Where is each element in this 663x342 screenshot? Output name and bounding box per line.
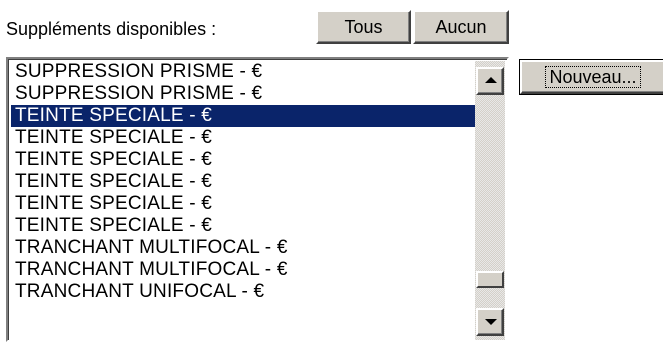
scroll-up-arrow-icon <box>485 77 497 83</box>
list-item[interactable]: TEINTE SPECIALE - € <box>11 215 477 237</box>
scrollbar-thumb[interactable] <box>476 271 504 288</box>
scroll-up-button[interactable] <box>476 67 504 95</box>
supplements-list: SUPPRESSION PRISME - € SUPPRESSION PRISM… <box>11 61 477 303</box>
list-item[interactable]: TEINTE SPECIALE - € <box>11 171 477 193</box>
list-item[interactable]: TEINTE SPECIALE - € <box>11 193 477 215</box>
scroll-down-arrow-icon <box>485 319 497 325</box>
new-button-label: Nouveau... <box>545 66 641 88</box>
select-none-button[interactable]: Aucun <box>413 10 509 44</box>
list-item[interactable]: TEINTE SPECIALE - € <box>11 149 477 171</box>
list-item[interactable]: TEINTE SPECIALE - € <box>11 105 477 127</box>
supplements-listbox[interactable]: SUPPRESSION PRISME - € SUPPRESSION PRISM… <box>6 57 509 342</box>
list-item[interactable]: TRANCHANT MULTIFOCAL - € <box>11 237 477 259</box>
list-item[interactable]: SUPPRESSION PRISME - € <box>11 83 477 105</box>
scroll-down-button[interactable] <box>476 308 504 336</box>
available-supplements-label: Suppléments disponibles : <box>6 19 217 39</box>
new-supplement-button[interactable]: Nouveau... <box>519 59 663 95</box>
vertical-scrollbar[interactable] <box>475 61 505 340</box>
list-item[interactable]: SUPPRESSION PRISME - € <box>11 61 477 83</box>
list-item[interactable]: TRANCHANT MULTIFOCAL - € <box>11 259 477 281</box>
list-item[interactable]: TEINTE SPECIALE - € <box>11 127 477 149</box>
select-all-button[interactable]: Tous <box>316 10 411 44</box>
list-item[interactable]: TRANCHANT UNIFOCAL - € <box>11 281 477 303</box>
